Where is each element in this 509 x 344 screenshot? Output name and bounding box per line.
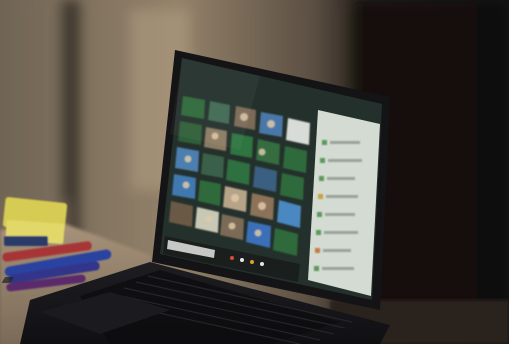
photo-canvas bbox=[0, 0, 509, 344]
photo bbox=[0, 0, 509, 344]
